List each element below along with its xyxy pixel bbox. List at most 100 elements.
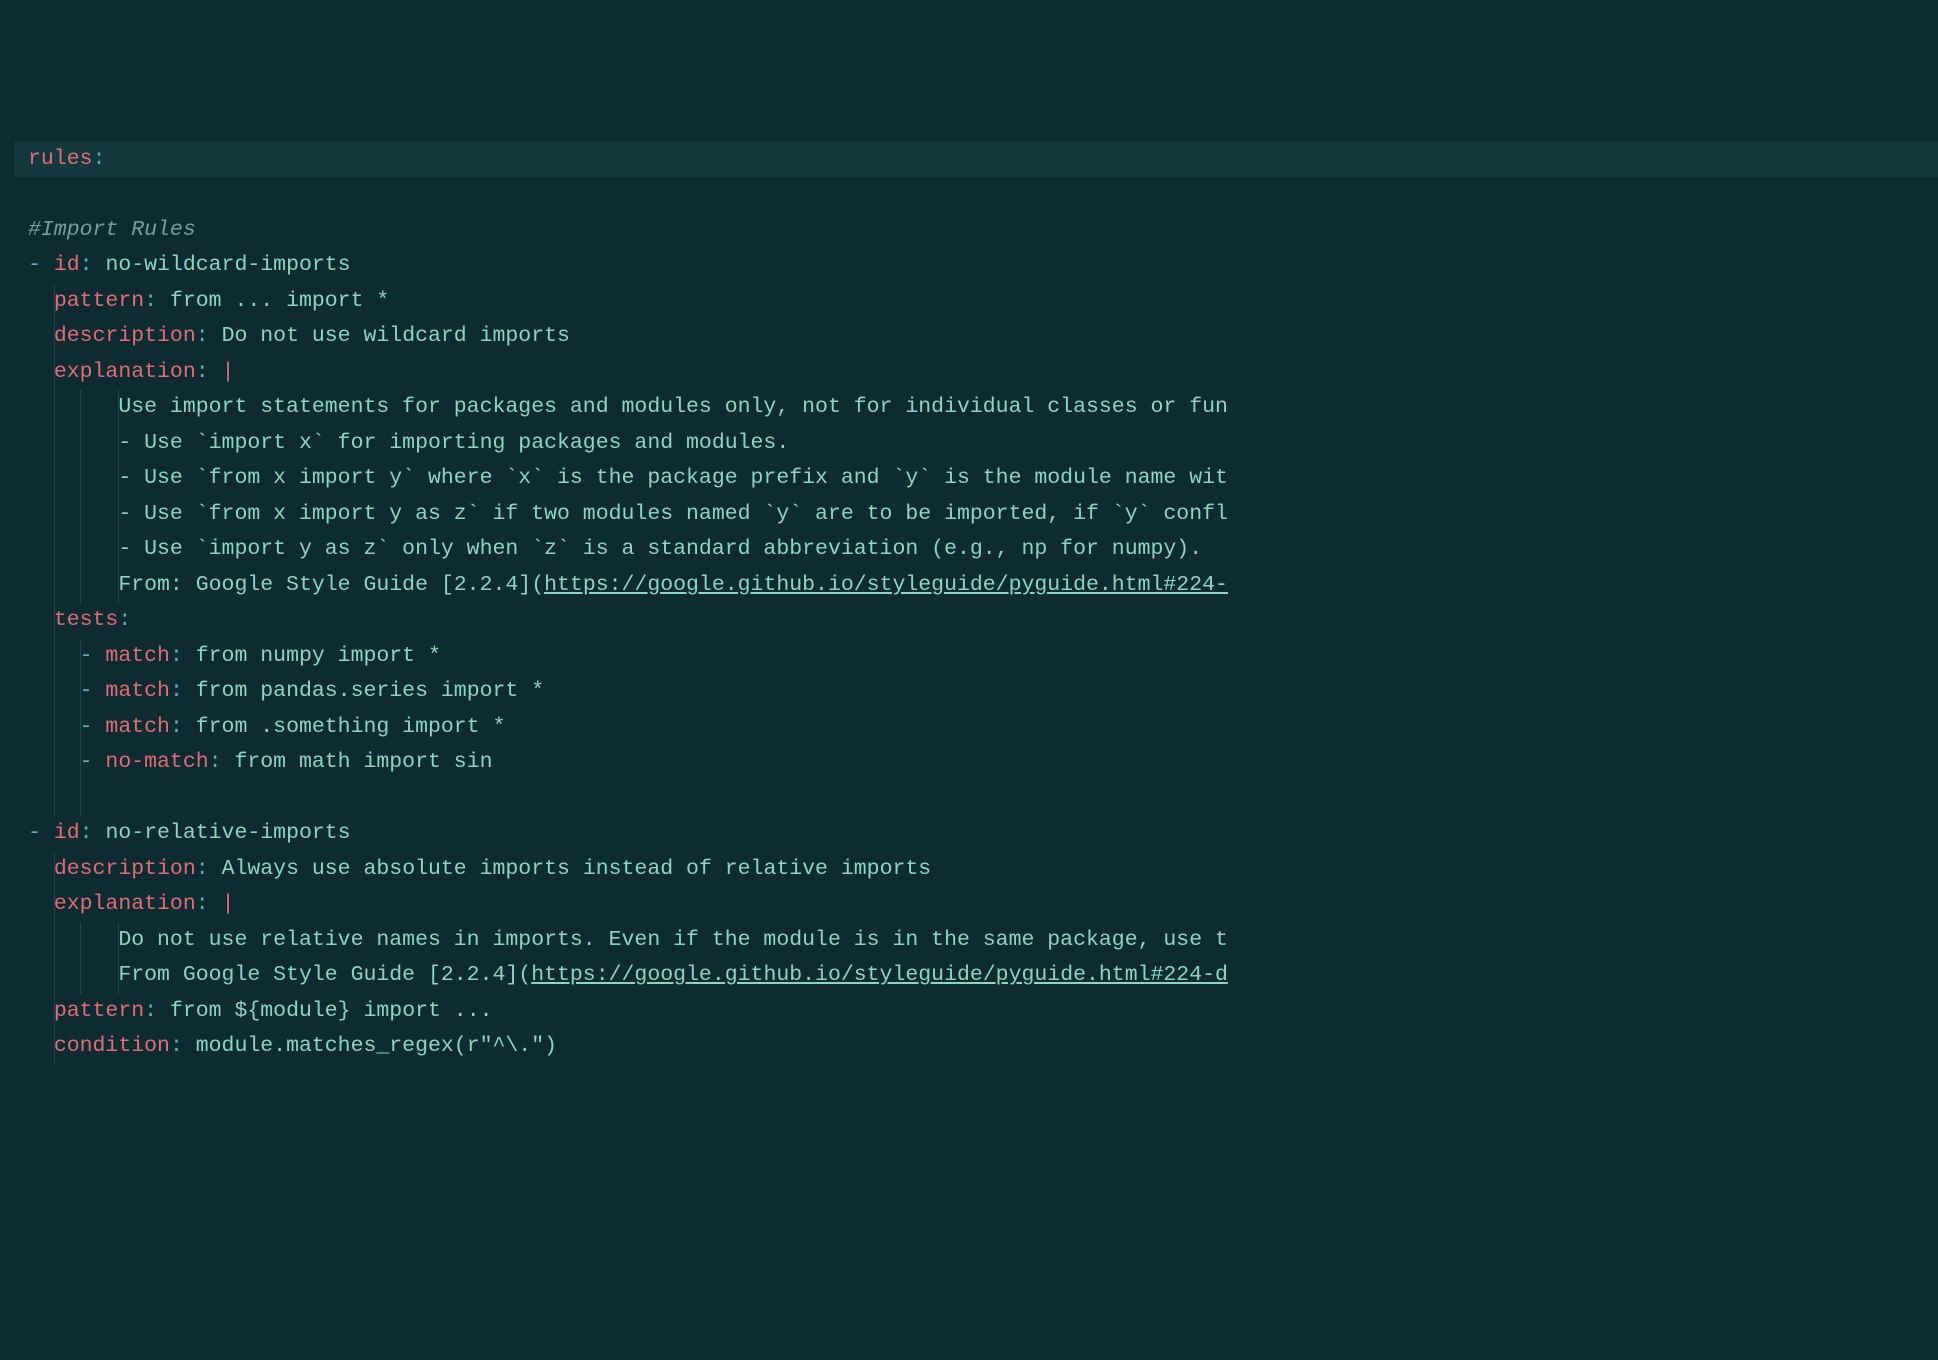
code-token: : <box>144 289 170 313</box>
code-token: description <box>54 324 196 348</box>
indent-guide <box>54 781 55 817</box>
code-token: module.matches_regex(r"^\.") <box>196 1034 557 1058</box>
indent-guide <box>54 461 55 497</box>
code-token: from .something import * <box>196 715 506 739</box>
indent-guide <box>80 426 81 462</box>
indent-guide <box>80 958 81 994</box>
code-token: - Use `import y as z` only when `z` is a… <box>118 537 1202 561</box>
code-line[interactable]: #Import Rules <box>14 213 1938 249</box>
code-line[interactable] <box>14 781 1938 817</box>
code-line[interactable]: From: Google Style Guide [2.2.4](https:/… <box>14 568 1938 604</box>
code-token: explanation <box>54 360 196 384</box>
code-token: no-relative-imports <box>105 821 350 845</box>
code-line[interactable]: Do not use relative names in imports. Ev… <box>14 923 1938 959</box>
code-line[interactable]: pattern: from ... import * <box>14 284 1938 320</box>
indent-guide <box>80 923 81 959</box>
code-token: rules <box>28 147 93 171</box>
code-token: : <box>209 750 235 774</box>
code-token: : <box>196 857 222 881</box>
indent-guide <box>54 426 55 462</box>
indent-guide <box>80 390 81 426</box>
code-token: - Use `from x import y as z` if two modu… <box>118 502 1228 526</box>
code-line[interactable]: rules: <box>14 142 1938 178</box>
indent-guide <box>54 390 55 426</box>
indent-guide <box>54 958 55 994</box>
indent-guide <box>54 532 55 568</box>
code-line[interactable]: explanation: | <box>14 355 1938 391</box>
code-token: Always use absolute imports instead of r… <box>222 857 932 881</box>
code-line[interactable] <box>14 177 1938 213</box>
code-line[interactable]: - Use `import x` for importing packages … <box>14 426 1938 462</box>
code-token: https://google.github.io/styleguide/pygu… <box>531 963 1228 987</box>
code-token: https://google.github.io/styleguide/pygu… <box>544 573 1228 597</box>
indent-guide <box>80 532 81 568</box>
code-token: condition <box>54 1034 170 1058</box>
code-token: : <box>170 644 196 668</box>
code-token: - <box>28 253 54 277</box>
code-token: - <box>28 821 54 845</box>
code-token: : <box>93 147 106 171</box>
code-token: no-match <box>105 750 208 774</box>
code-token: : <box>118 608 131 632</box>
code-token: | <box>222 360 235 384</box>
code-line[interactable]: pattern: from ${module} import ... <box>14 994 1938 1030</box>
code-line[interactable]: - id: no-relative-imports <box>14 816 1938 852</box>
code-line[interactable]: description: Do not use wildcard imports <box>14 319 1938 355</box>
code-line[interactable]: From Google Style Guide [2.2.4](https://… <box>14 958 1938 994</box>
code-token: - <box>80 715 106 739</box>
code-token: : <box>196 324 222 348</box>
code-line[interactable]: - match: from numpy import * <box>14 639 1938 675</box>
code-line[interactable]: condition: module.matches_regex(r"^\.") <box>14 1029 1938 1065</box>
code-token: Use import statements for packages and m… <box>118 395 1228 419</box>
code-line[interactable]: Use import statements for packages and m… <box>14 390 1938 426</box>
code-line[interactable]: description: Always use absolute imports… <box>14 852 1938 888</box>
code-token: : <box>80 821 106 845</box>
indent-guide <box>80 568 81 604</box>
indent-guide <box>54 674 55 710</box>
indent-guide <box>54 745 55 781</box>
code-editor[interactable]: rules: #Import Rules - id: no-wildcard-im… <box>0 142 1938 1065</box>
code-line[interactable]: - no-match: from math import sin <box>14 745 1938 781</box>
code-token: explanation <box>54 892 196 916</box>
indent-guide <box>54 568 55 604</box>
code-token: - Use `from x import y` where `x` is the… <box>118 466 1228 490</box>
indent-guide <box>54 923 55 959</box>
code-token: : <box>170 679 196 703</box>
code-line[interactable]: tests: <box>14 603 1938 639</box>
code-token: from numpy import * <box>196 644 441 668</box>
indent-guide <box>80 461 81 497</box>
code-token: : <box>170 715 196 739</box>
code-token: : <box>196 360 222 384</box>
code-token: : <box>144 999 170 1023</box>
code-token: #Import Rules <box>28 218 196 242</box>
code-token: from ... import * <box>170 289 389 313</box>
code-token: match <box>105 715 170 739</box>
code-line[interactable]: - id: no-wildcard-imports <box>14 248 1938 284</box>
indent-guide <box>54 710 55 746</box>
code-line[interactable]: explanation: | <box>14 887 1938 923</box>
indent-guide <box>54 639 55 675</box>
code-token: - <box>80 679 106 703</box>
code-token: from math import sin <box>234 750 492 774</box>
code-token: - Use `import x` for importing packages … <box>118 431 789 455</box>
code-line[interactable]: - match: from pandas.series import * <box>14 674 1938 710</box>
code-token: match <box>105 679 170 703</box>
code-line[interactable]: - match: from .something import * <box>14 710 1938 746</box>
code-line[interactable]: - Use `from x import y` where `x` is the… <box>14 461 1938 497</box>
code-line[interactable]: - Use `from x import y as z` if two modu… <box>14 497 1938 533</box>
code-token: Do not use relative names in imports. Ev… <box>118 928 1228 952</box>
code-token: : <box>170 1034 196 1058</box>
indent-guide <box>80 497 81 533</box>
code-token: : <box>196 892 222 916</box>
code-token: From Google Style Guide [2.2.4]( <box>118 963 531 987</box>
code-token: From: Google Style Guide [2.2.4]( <box>118 573 544 597</box>
code-token: Do not use wildcard imports <box>222 324 570 348</box>
code-token: from ${module} import ... <box>170 999 493 1023</box>
indent-guide <box>80 781 81 817</box>
code-token: : <box>80 253 106 277</box>
code-token: no-wildcard-imports <box>105 253 350 277</box>
code-line[interactable]: - Use `import y as z` only when `z` is a… <box>14 532 1938 568</box>
code-token: id <box>54 253 80 277</box>
code-token: - <box>80 750 106 774</box>
code-token: from pandas.series import * <box>196 679 544 703</box>
